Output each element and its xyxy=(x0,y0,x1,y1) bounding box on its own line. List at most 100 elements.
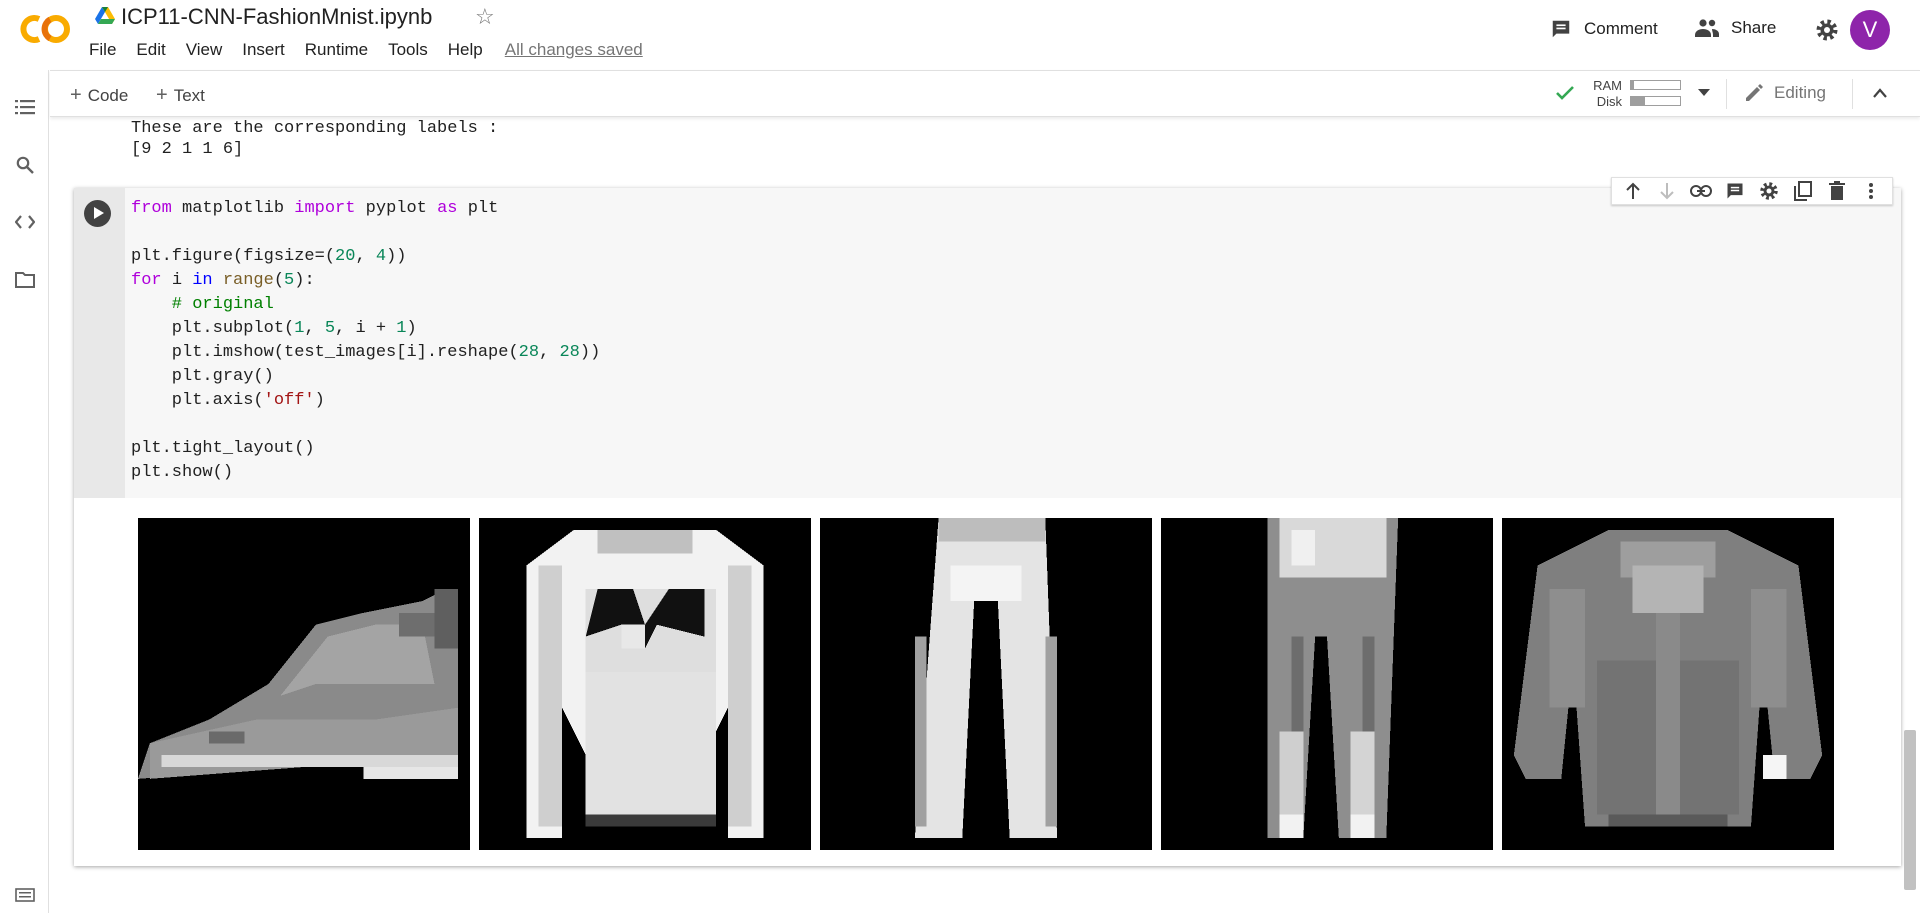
pullover-image xyxy=(479,518,811,850)
code-line: plt.axis('off') xyxy=(131,389,600,413)
link-icon[interactable] xyxy=(1684,178,1718,204)
menu-edit[interactable]: Edit xyxy=(136,40,165,60)
code-token: 28 xyxy=(559,343,580,362)
more-icon[interactable] xyxy=(1854,178,1888,204)
add-text-label: Text xyxy=(173,86,205,105)
code-token: for xyxy=(131,271,162,290)
code-line: plt.figure(figsize=(20, 4)) xyxy=(131,245,600,269)
people-icon xyxy=(1695,19,1719,37)
menu-view[interactable]: View xyxy=(186,40,223,60)
collapse-header-icon[interactable] xyxy=(1873,88,1887,98)
comment-button[interactable]: Comment xyxy=(1550,18,1658,40)
comment-icon[interactable] xyxy=(1718,178,1752,204)
add-code-button[interactable]: + Code xyxy=(70,84,128,107)
drive-icon[interactable] xyxy=(95,7,115,25)
header: ICP11-CNN-FashionMnist.ipynb ☆ File Edit… xyxy=(0,0,1920,70)
code-token: range xyxy=(222,271,274,290)
disk-usage-fill xyxy=(1631,97,1645,105)
arrow-up-icon[interactable] xyxy=(1616,178,1650,204)
plus-icon: + xyxy=(70,84,82,106)
colab-logo[interactable] xyxy=(17,11,71,47)
run-cell-button[interactable] xyxy=(84,200,111,227)
menu-file[interactable]: File xyxy=(89,40,116,60)
shirt-image xyxy=(1502,518,1834,850)
terminal-keyboard-icon[interactable] xyxy=(14,884,36,906)
add-code-label: Code xyxy=(87,86,129,105)
code-token: in xyxy=(192,271,213,290)
menu-help[interactable]: Help xyxy=(448,40,483,60)
comment-label: Comment xyxy=(1584,19,1658,38)
toolbar-divider xyxy=(1852,79,1853,109)
code-token: 5 xyxy=(324,319,336,338)
menu-runtime[interactable]: Runtime xyxy=(305,40,368,60)
code-token: 20 xyxy=(335,247,356,266)
code-token: i xyxy=(171,271,183,290)
code-snippets-icon[interactable] xyxy=(14,211,36,233)
code-editor[interactable]: from matplotlib import pyplot as plt plt… xyxy=(125,188,1901,498)
star-icon[interactable]: ☆ xyxy=(475,4,495,30)
search-icon[interactable] xyxy=(14,154,36,176)
output-line: [9 2 1 1 6] xyxy=(131,140,244,159)
notebook-toolbar: + Code + Text RAM Disk Editing xyxy=(50,70,1920,117)
pencil-icon xyxy=(1746,84,1763,101)
share-button[interactable]: Share xyxy=(1695,18,1776,38)
code-token: ) xyxy=(406,319,417,338)
chevron-down-icon[interactable] xyxy=(1698,89,1710,96)
menu-insert[interactable]: Insert xyxy=(242,40,285,60)
add-text-button[interactable]: + Text xyxy=(156,84,205,107)
settings-icon[interactable] xyxy=(1752,178,1786,204)
code-token: 28 xyxy=(518,343,540,362)
ram-usage-fill xyxy=(1631,81,1634,89)
menu-bar: File Edit View Insert Runtime Tools Help… xyxy=(89,40,663,60)
code-token: import xyxy=(294,199,356,218)
code-line: # original xyxy=(131,293,600,317)
code-token: )) xyxy=(386,247,407,266)
plus-icon: + xyxy=(156,84,168,106)
editing-mode-button[interactable]: Editing xyxy=(1744,83,1826,103)
previous-cell-output: These are the corresponding labels : [9 2… xyxy=(131,118,498,160)
ram-label: RAM xyxy=(1593,78,1622,93)
editing-label: Editing xyxy=(1774,83,1826,102)
arrow-down-icon[interactable] xyxy=(1650,178,1684,204)
scrollbar-thumb[interactable] xyxy=(1904,730,1916,890)
files-folder-icon[interactable] xyxy=(14,269,36,291)
code-text[interactable]: from matplotlib import pyplot as plt plt… xyxy=(131,197,600,485)
code-token: 1 xyxy=(396,319,407,338)
code-token: plt.imshow(test_images[i].reshape( xyxy=(131,343,519,362)
code-token: plt.subplot( xyxy=(131,319,295,338)
code-token: )) xyxy=(579,343,601,362)
disk-label: Disk xyxy=(1596,94,1622,109)
trouser-image-2 xyxy=(1161,518,1493,850)
code-token: ): xyxy=(294,271,315,290)
code-line: plt.imshow(test_images[i].reshape(28, 28… xyxy=(131,341,601,365)
code-token: plt.show() xyxy=(131,463,234,482)
avatar[interactable]: V xyxy=(1850,10,1890,50)
table-of-contents-icon[interactable] xyxy=(14,96,36,118)
left-sidebar xyxy=(0,70,49,913)
mirror-cell-icon[interactable] xyxy=(1786,178,1820,204)
code-token: 5 xyxy=(284,271,295,290)
save-status-link[interactable]: All changes saved xyxy=(505,40,643,60)
disk-usage-bar xyxy=(1630,96,1681,106)
cell-output xyxy=(74,498,1901,866)
ankle-boot-image xyxy=(138,518,470,850)
code-token: ) xyxy=(314,391,325,410)
code-token: # original xyxy=(131,295,274,314)
menu-tools[interactable]: Tools xyxy=(388,40,428,60)
code-token: , xyxy=(539,343,560,362)
cell-gutter xyxy=(74,188,125,498)
code-token: plt.axis( xyxy=(131,391,264,410)
code-token: pyplot xyxy=(365,199,427,218)
code-token: plt.gray() xyxy=(131,367,274,386)
code-token: , i + xyxy=(335,319,397,338)
delete-icon[interactable] xyxy=(1820,178,1854,204)
settings-icon[interactable] xyxy=(1815,18,1839,47)
code-token: , xyxy=(355,247,376,266)
share-label: Share xyxy=(1731,18,1777,37)
notebook-title[interactable]: ICP11-CNN-FashionMnist.ipynb xyxy=(121,4,432,30)
code-cell[interactable]: from matplotlib import pyplot as plt plt… xyxy=(74,177,1901,866)
code-line: plt.show() xyxy=(131,461,600,485)
toolbar-divider xyxy=(1726,79,1727,109)
